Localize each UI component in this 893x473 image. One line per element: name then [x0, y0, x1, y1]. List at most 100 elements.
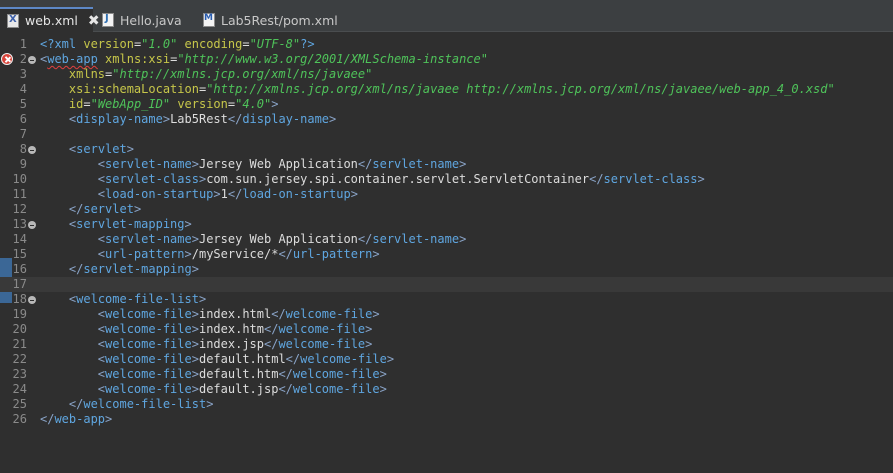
tab-hello-java[interactable]: Hello.java [102, 8, 197, 32]
fold-toggle-icon[interactable] [28, 296, 36, 304]
code-line[interactable]: 16 </servlet-mapping> [0, 262, 893, 277]
code-token: > [350, 187, 358, 201]
code-line[interactable]: 10 <servlet-class>com.sun.jersey.spi.con… [0, 172, 893, 187]
code-text: <load-on-startup>1</load-on-startup> [40, 187, 358, 202]
line-number: 25 [12, 397, 27, 411]
fold-toggle-icon[interactable] [28, 146, 36, 154]
code-token: = [83, 97, 91, 111]
code-token: /myService/* [191, 247, 279, 261]
code-editor[interactable]: 1 <?xml version="1.0" encoding="UTF-8"?> 2… [0, 33, 893, 473]
code-token: servlet-name [372, 232, 460, 246]
code-token: web-app [47, 52, 98, 66]
code-token: load-on-startup [105, 187, 214, 201]
code-token: </ [278, 247, 293, 261]
code-line[interactable]: 3 xmlns="http://xmlns.jcp.org/xml/ns/jav… [0, 67, 893, 82]
line-number: 9 [19, 157, 27, 171]
code-token: > [459, 232, 467, 246]
code-token: > [184, 247, 192, 261]
code-token: xmlns:xsi [105, 52, 171, 66]
code-token: > [379, 382, 387, 396]
code-token: > [198, 292, 207, 306]
code-text: <welcome-file>index.htm</welcome-file> [40, 322, 373, 337]
tab-pom-xml[interactable]: Lab5Rest/pom.xml [203, 8, 343, 32]
code-token: ?> [300, 37, 315, 51]
code-token: > [206, 397, 214, 411]
code-token: welcome-file [278, 337, 366, 351]
code-line[interactable]: 21 <welcome-file>index.jsp</welcome-file… [0, 337, 893, 352]
code-token: < [97, 307, 106, 321]
code-token: > [126, 142, 134, 156]
fold-toggle-icon[interactable] [28, 221, 36, 229]
code-token: welcome-file-list [83, 397, 207, 411]
code-line[interactable]: 4 xsi:schemaLocation="http://xmlns.jcp.o… [0, 82, 893, 97]
fold-toggle-icon[interactable] [28, 56, 36, 64]
code-token: </ [278, 382, 293, 396]
code-token: > [191, 157, 199, 171]
code-line[interactable]: 22 <welcome-file>default.html</welcome-f… [0, 352, 893, 367]
code-text: <web-app xmlns:xsi="http://www.w3.org/20… [40, 52, 488, 67]
code-token: </ [227, 187, 243, 201]
code-line[interactable]: 17 [0, 277, 893, 292]
code-token: "4.0" [235, 97, 272, 111]
code-token: < [97, 157, 106, 171]
tab-web-xml[interactable]: web.xml ✖ [0, 7, 100, 32]
code-line[interactable]: 9 <servlet-name>Jersey Web Application</… [0, 157, 893, 172]
code-token: 1 [220, 187, 228, 201]
code-line[interactable]: 18 <welcome-file-list> [0, 292, 893, 307]
code-line[interactable]: 12 </servlet> [0, 202, 893, 217]
code-line[interactable]: 1 <?xml version="1.0" encoding="UTF-8"?> [0, 37, 893, 52]
eclipse-xml-editor: web.xml ✖ Hello.java Lab5Rest/pom.xml 1<… [0, 0, 893, 473]
code-token: > [191, 382, 199, 396]
code-token: < [97, 382, 106, 396]
code-token: </ [68, 202, 84, 216]
tab-label: Lab5Rest/pom.xml [221, 12, 338, 28]
code-token: servlet-name [105, 232, 192, 246]
code-token: welcome-file [105, 367, 192, 381]
line-number: 17 [12, 277, 27, 291]
tab-label: web.xml [25, 13, 78, 28]
code-line[interactable]: 20 <welcome-file>index.htm</welcome-file… [0, 322, 893, 337]
code-token: > [184, 217, 192, 231]
code-token: < [97, 247, 106, 261]
code-line[interactable]: 24 <welcome-file>default.jsp</welcome-fi… [0, 382, 893, 397]
code-token: servlet-class [603, 172, 698, 186]
code-line[interactable]: 11 <load-on-startup>1</load-on-startup> [0, 187, 893, 202]
code-line[interactable]: 23 <welcome-file>default.htm</welcome-fi… [0, 367, 893, 382]
code-line[interactable]: 14 <servlet-name>Jersey Web Application<… [0, 232, 893, 247]
code-line[interactable]: 5 id="WebApp_ID" version="4.0"> [0, 97, 893, 112]
error-icon[interactable] [1, 53, 13, 65]
code-line[interactable]: 19 <welcome-file>index.html</welcome-fil… [0, 307, 893, 322]
code-token: > [365, 322, 373, 336]
code-line[interactable]: 13 <servlet-mapping> [0, 217, 893, 232]
code-line[interactable]: 6 <display-name>Lab5Rest</display-name> [0, 112, 893, 127]
code-token: < [97, 367, 106, 381]
close-icon[interactable]: ✖ [88, 14, 100, 28]
line-number: 10 [12, 172, 27, 186]
code-token: url-pattern [105, 247, 185, 261]
code-token: welcome-file [285, 307, 373, 321]
line-number: 12 [12, 202, 27, 216]
code-token: web-app [54, 412, 106, 426]
code-line[interactable]: 15 <url-pattern>/myService/*</url-patter… [0, 247, 893, 262]
line-number: 7 [19, 127, 27, 141]
code-line[interactable]: 7 [0, 127, 893, 142]
code-token: </ [40, 412, 55, 426]
code-line[interactable]: 26 </web-app> [0, 412, 893, 427]
code-token: > [191, 322, 199, 336]
code-line[interactable]: 8 <servlet> [0, 142, 893, 157]
code-token: index.jsp [198, 337, 264, 351]
code-token: > [191, 232, 199, 246]
line-number: 24 [12, 382, 27, 396]
code-line[interactable]: 2 <web-app xmlns:xsi="http://www.w3.org/2… [0, 52, 893, 67]
code-line[interactable]: 25 </welcome-file-list> [0, 397, 893, 412]
code-token: < [97, 187, 106, 201]
code-token: welcome-file [105, 307, 192, 321]
code-token: servlet-name [105, 157, 192, 171]
code-token: </ [278, 367, 293, 381]
